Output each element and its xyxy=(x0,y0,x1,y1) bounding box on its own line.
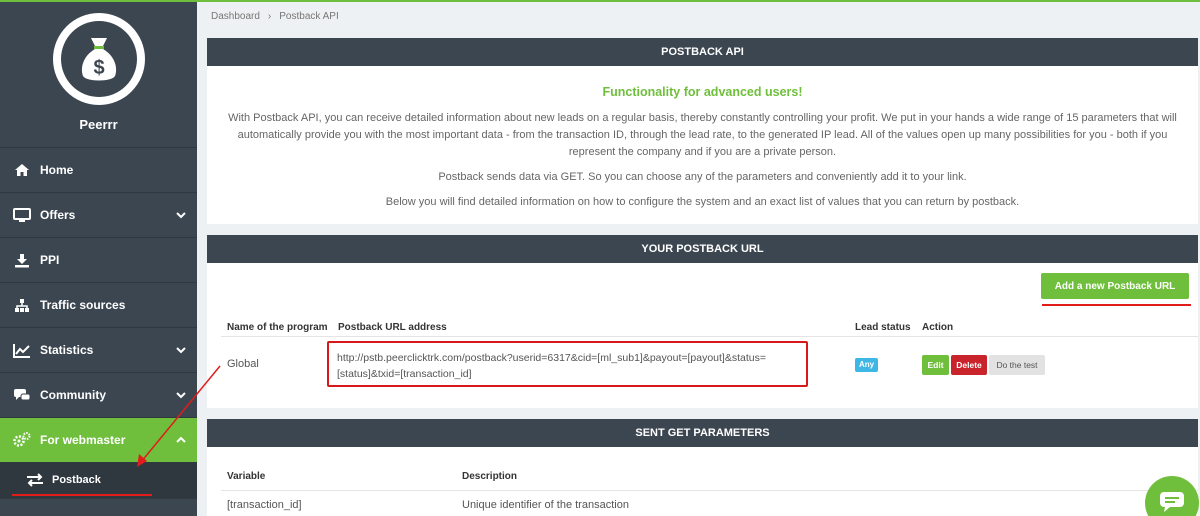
sidebar-item-statistics[interactable]: Statistics xyxy=(0,327,197,372)
sidebar-item-label: Traffic sources xyxy=(40,298,126,312)
sidebar-item-partial[interactable] xyxy=(0,498,197,516)
column-header-url: Postback URL address xyxy=(338,322,447,333)
sidebar-item-for-webmaster[interactable]: For webmaster xyxy=(0,417,197,462)
money-bag-icon: $ xyxy=(61,21,137,97)
sidebar-item-label: Offers xyxy=(40,208,76,222)
brand-name: Peerrr xyxy=(79,117,118,132)
gears-icon xyxy=(12,432,32,448)
sidebar-item-label: Community xyxy=(40,388,106,402)
chevron-down-icon xyxy=(176,212,186,219)
sidebar-accent-line xyxy=(0,0,197,2)
panel-title: YOUR POSTBACK URL xyxy=(207,235,1198,263)
description-cell: Unique identifier of the transaction xyxy=(462,499,629,511)
column-header-action: Action xyxy=(922,322,954,333)
sidebar-item-home[interactable]: Home xyxy=(0,147,197,192)
home-icon xyxy=(12,162,32,178)
tagline: Functionality for advanced users! xyxy=(602,85,803,99)
chevron-down-icon xyxy=(176,392,186,399)
sidebar-item-label: Home xyxy=(40,163,74,177)
config-info-paragraph: Below you will find detailed information… xyxy=(385,196,1020,208)
column-header-program: Name of the program xyxy=(227,322,328,333)
get-info-paragraph: Postback sends data via GET. So you can … xyxy=(438,171,967,183)
postback-api-panel: POSTBACK API Functionality for advanced … xyxy=(207,38,1198,224)
chat-icon xyxy=(12,387,32,403)
download-icon xyxy=(12,252,32,268)
panel-title: POSTBACK API xyxy=(207,38,1198,66)
table-divider xyxy=(221,336,1198,337)
breadcrumb-current: Postback API xyxy=(279,10,339,22)
sidebar-item-traffic-sources[interactable]: Traffic sources xyxy=(0,282,197,327)
sitemap-icon xyxy=(12,297,32,313)
brand-logo[interactable]: $ xyxy=(53,13,145,105)
sidebar: $ Peerrr Home Offers PPI Traffic sources… xyxy=(0,0,197,516)
sidebar-item-label: Statistics xyxy=(40,343,94,357)
edit-button[interactable]: Edit xyxy=(922,355,949,375)
column-header-description: Description xyxy=(462,471,518,482)
svg-text:$: $ xyxy=(93,57,104,79)
annotation-underline xyxy=(12,494,152,496)
sidebar-item-label: PPI xyxy=(40,253,60,267)
chevron-up-icon xyxy=(176,436,186,443)
monitor-icon xyxy=(12,207,32,223)
sent-get-parameters-panel: SENT GET PARAMETERS Variable Description… xyxy=(207,419,1198,516)
postback-url-cell: http://pstb.peerclicktrk.com/postback?us… xyxy=(327,341,808,387)
sidebar-subitem-label: Postback xyxy=(52,474,101,486)
chart-line-icon xyxy=(12,342,32,358)
breadcrumb: Dashboard › Postback API xyxy=(197,0,1200,30)
exchange-icon xyxy=(26,473,44,487)
column-header-variable: Variable xyxy=(227,471,266,482)
sidebar-nav: Home Offers PPI Traffic sources Statisti… xyxy=(0,147,197,516)
add-postback-url-button[interactable]: Add a new Postback URL xyxy=(1041,273,1189,299)
table-divider xyxy=(221,490,1198,491)
sidebar-item-ppi[interactable]: PPI xyxy=(0,237,197,282)
sidebar-item-community[interactable]: Community xyxy=(0,372,197,417)
chevron-down-icon xyxy=(176,347,186,354)
intro-paragraph: With Postback API, you can receive detai… xyxy=(228,112,1177,158)
variable-cell: [transaction_id] xyxy=(227,499,302,511)
delete-button[interactable]: Delete xyxy=(951,355,987,375)
sidebar-subitem-postback[interactable]: Postback xyxy=(0,462,197,498)
annotation-underline xyxy=(1042,304,1191,306)
column-header-status: Lead status xyxy=(855,322,911,333)
your-postback-panel: YOUR POSTBACK URL Add a new Postback URL… xyxy=(207,235,1198,408)
program-name-cell: Global xyxy=(227,358,259,370)
panel-title: SENT GET PARAMETERS xyxy=(207,419,1198,447)
status-badge: Any xyxy=(855,358,878,372)
sidebar-item-offers[interactable]: Offers xyxy=(0,192,197,237)
sidebar-item-label: For webmaster xyxy=(40,433,126,447)
breadcrumb-home-link[interactable]: Dashboard xyxy=(211,11,260,22)
do-the-test-button[interactable]: Do the test xyxy=(989,355,1045,375)
chat-icon xyxy=(1159,491,1185,516)
breadcrumb-separator: › xyxy=(267,10,272,22)
